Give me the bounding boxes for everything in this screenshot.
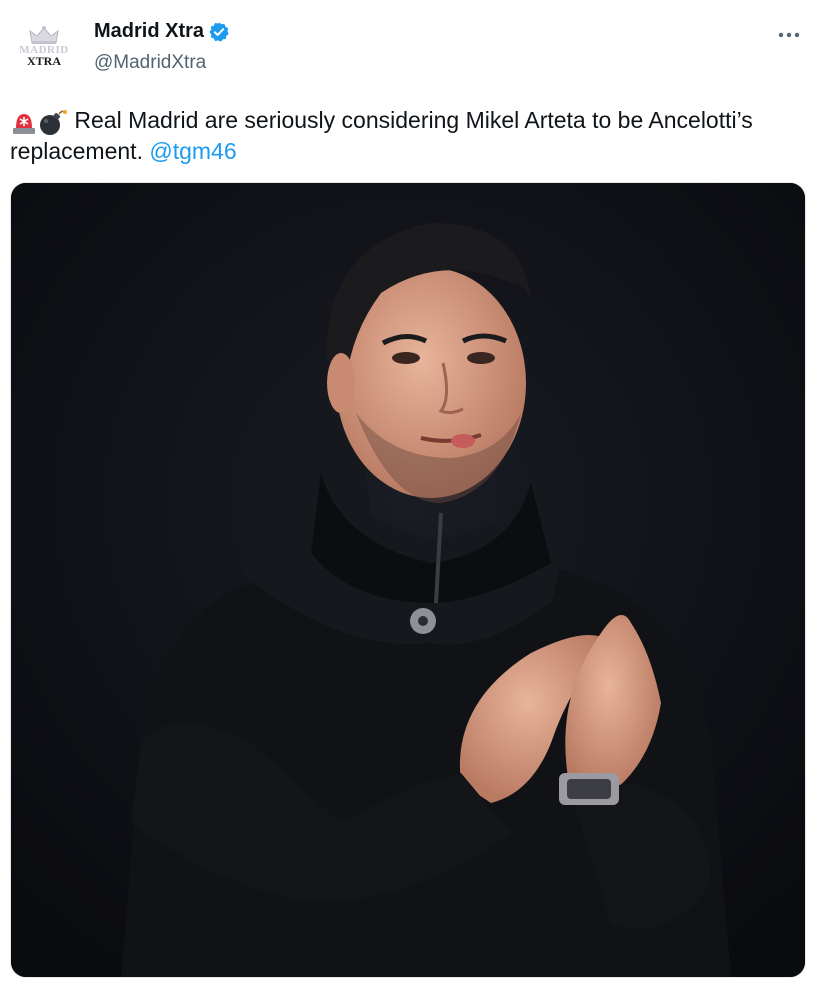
more-options-icon[interactable] — [776, 26, 802, 44]
police-light-icon — [13, 113, 35, 134]
tweet-body: Real Madrid are seriously considering Mi… — [10, 107, 753, 164]
tweet-media[interactable] — [10, 182, 806, 978]
crown-icon — [29, 26, 59, 44]
name-row: Madrid Xtra — [94, 20, 230, 43]
bomb-icon — [40, 109, 67, 135]
display-name[interactable]: Madrid Xtra — [94, 20, 204, 43]
tweet-text: Real Madrid are seriously considering Mi… — [10, 105, 800, 167]
avatar[interactable]: MADRID XTRA — [12, 14, 76, 78]
avatar-logo-bottom: XTRA — [26, 54, 61, 68]
account-handle[interactable]: @MadridXtra — [94, 52, 206, 74]
mention-link[interactable]: @tgm46 — [149, 138, 236, 164]
verified-badge-icon — [209, 21, 229, 42]
media-photo — [11, 183, 805, 977]
